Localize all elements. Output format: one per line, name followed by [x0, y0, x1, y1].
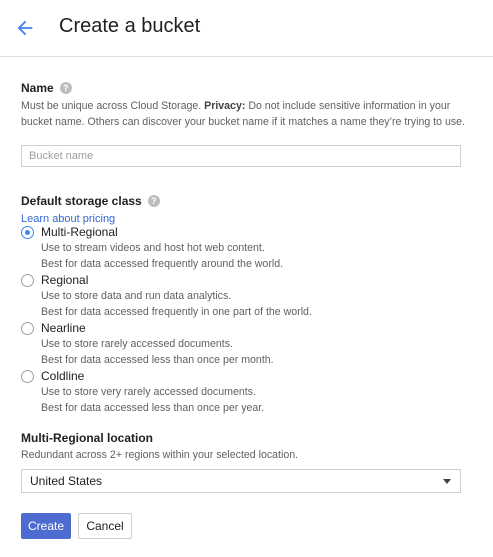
page-title: Create a bucket [59, 15, 201, 37]
option-desc: Best for data accessed less than once pe… [41, 402, 265, 414]
storage-class-section: Default storage class? Learn about prici… [21, 192, 471, 225]
name-description-text: Must be unique across Cloud Storage. [21, 100, 205, 112]
radio-coldline[interactable] [21, 370, 34, 383]
option-desc: Use to store rarely accessed documents. [41, 338, 233, 350]
bucket-name-input[interactable] [21, 145, 461, 167]
storage-class-label: Default storage class [21, 194, 142, 208]
option-desc: Use to store very rarely accessed docume… [41, 386, 256, 398]
name-section: Name? Must be unique across Cloud Storag… [21, 79, 471, 130]
option-desc: Use to store data and run data analytics… [41, 290, 232, 302]
option-title: Regional [41, 273, 89, 287]
option-title: Coldline [41, 369, 85, 383]
create-button[interactable]: Create [21, 513, 71, 539]
option-desc: Use to stream videos and host hot web co… [41, 242, 265, 254]
name-label: Name [21, 81, 54, 95]
caret-down-icon [443, 479, 451, 484]
location-description: Redundant across 2+ regions within your … [21, 449, 299, 461]
radio-multi-regional[interactable] [21, 226, 34, 239]
option-desc: Best for data accessed less than once pe… [41, 354, 274, 366]
option-desc: Best for data accessed frequently around… [41, 258, 284, 270]
radio-nearline[interactable] [21, 322, 34, 335]
privacy-label: Privacy: [204, 100, 246, 112]
location-section: Multi-Regional location Redundant across… [21, 431, 471, 463]
radio-regional[interactable] [21, 274, 34, 287]
cancel-button[interactable]: Cancel [78, 513, 132, 539]
page-header: Create a bucket [0, 0, 493, 57]
option-title: Multi-Regional [41, 225, 118, 239]
help-icon[interactable]: ? [59, 81, 72, 94]
help-icon[interactable]: ? [147, 194, 160, 207]
option-title: Nearline [41, 321, 86, 335]
location-label: Multi-Regional location [21, 431, 153, 445]
arrow-back-icon[interactable] [14, 17, 36, 39]
option-desc: Best for data accessed frequently in one… [41, 306, 312, 318]
location-select[interactable]: United States [21, 469, 461, 493]
location-select-value: United States [30, 474, 103, 488]
name-description: Must be unique across Cloud Storage. Pri… [21, 98, 471, 130]
